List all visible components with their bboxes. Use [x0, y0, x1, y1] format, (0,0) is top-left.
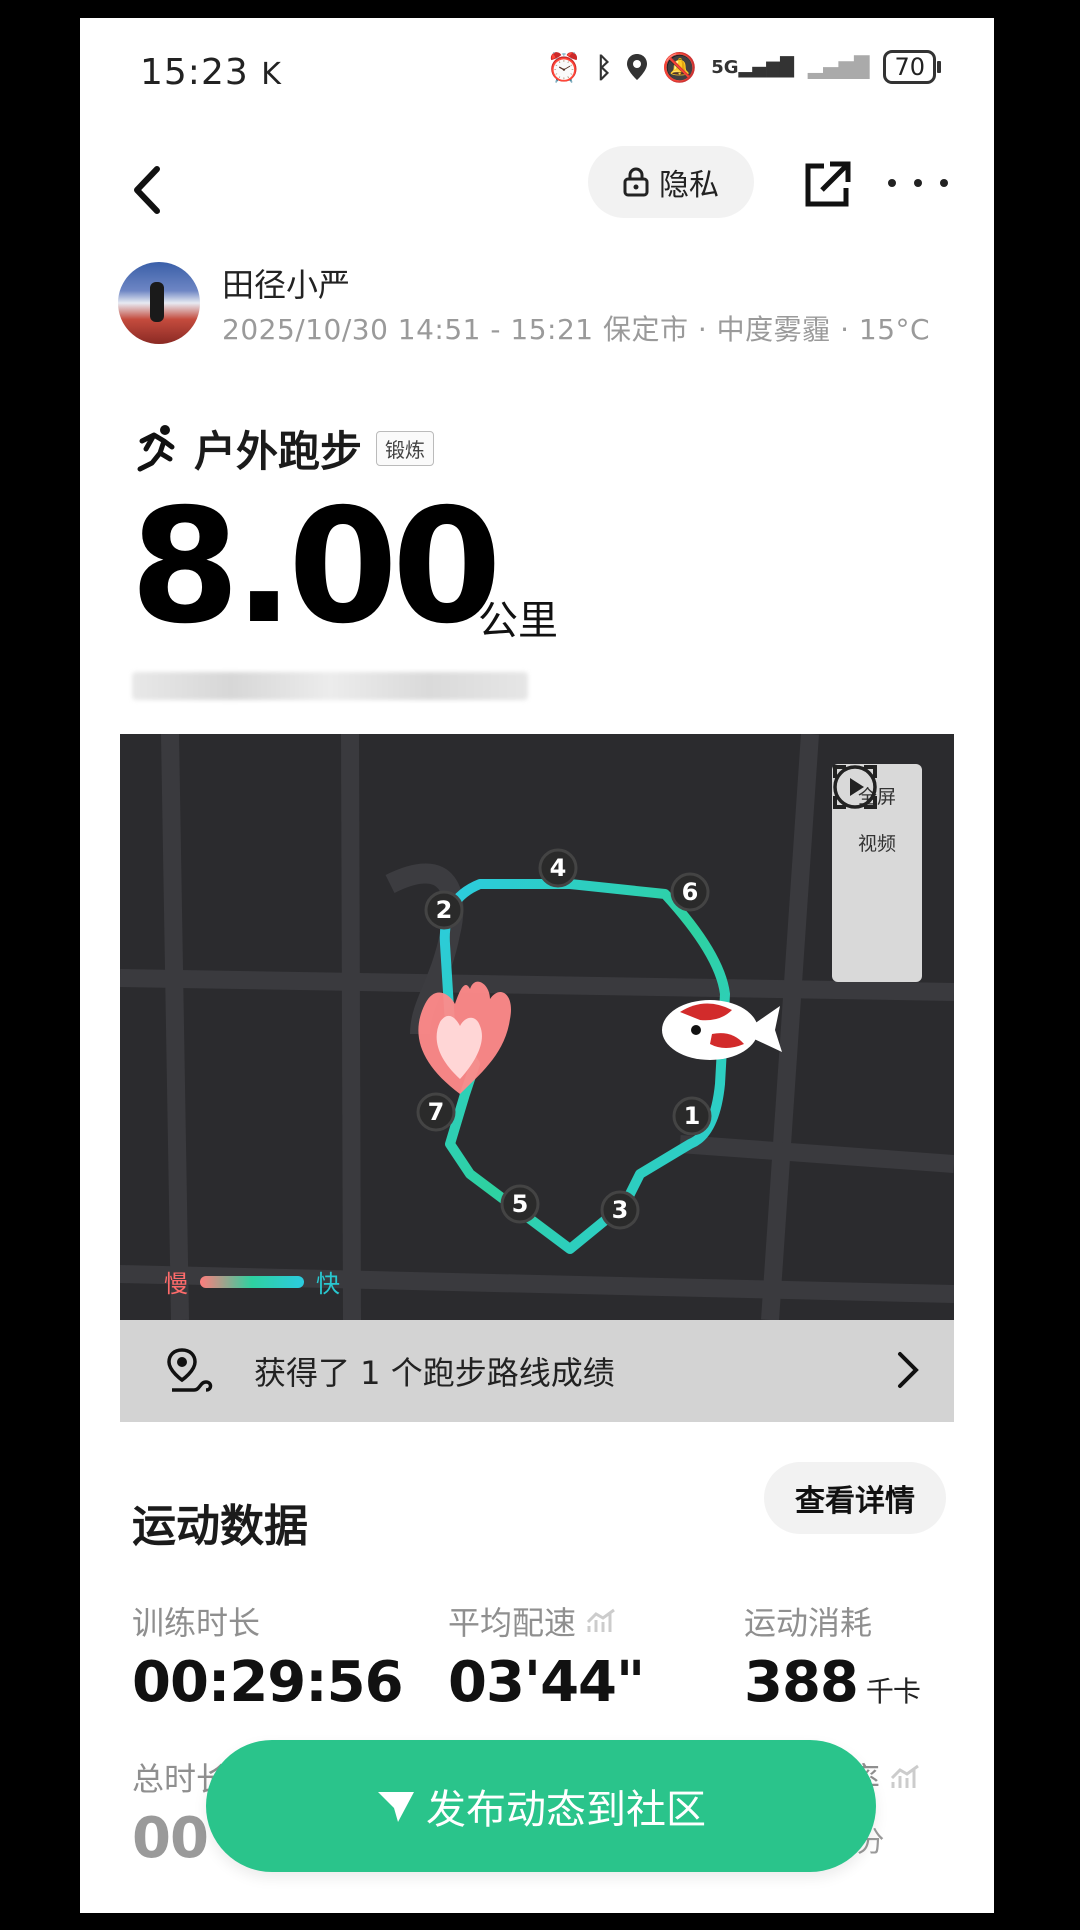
route-marker-2: 2 [424, 890, 464, 930]
stat-label: 平均配速 [448, 1598, 644, 1644]
battery-icon: 70 [883, 50, 941, 84]
dot-icon [940, 179, 948, 187]
distance-value: 8.00 [130, 475, 502, 659]
koi-fish-icon [662, 1000, 782, 1060]
dot-icon [888, 179, 896, 187]
mute-icon: 🔕 [662, 50, 698, 84]
status-icons: ⏰ ᛒ 🔕 5G▂▄▆█ ▂▄▆█ 70 [546, 50, 941, 84]
stat-value: 388 千卡 [744, 1650, 921, 1715]
route-pin-icon [167, 1348, 213, 1392]
trend-chart-icon [586, 1608, 615, 1632]
svg-text:4: 4 [550, 854, 567, 882]
route-map[interactable]: 1 2 3 4 5 6 7 全屏 视频 慢 快 [120, 734, 954, 1320]
route-marker-1: 1 [672, 1096, 712, 1136]
stat-value: 00:29:56 [132, 1650, 404, 1715]
legend-gradient-bar [200, 1275, 304, 1288]
stat-value: 03'44" [448, 1650, 645, 1715]
svg-text:1: 1 [684, 1102, 701, 1130]
location-icon [627, 54, 648, 80]
post-to-community-label: 发布动态到社区 [426, 1787, 706, 1833]
stat-label: 运动消耗 [744, 1604, 873, 1642]
trend-chart-icon [890, 1764, 919, 1788]
legend-fast-label: 快 [316, 1270, 340, 1298]
svg-text:7: 7 [428, 1098, 445, 1126]
sport-tag: 锻炼 [376, 431, 435, 466]
signal-icon: ▂▄▆█ [807, 55, 870, 79]
stat-calories: 运动消耗 388 千卡 [744, 1598, 921, 1715]
route-marker-7: 7 [416, 1092, 456, 1132]
avatar[interactable] [118, 262, 200, 344]
achievement-text: 获得了 1 个跑步路线成绩 [254, 1354, 615, 1392]
phone-screen: 15:23 K ⏰ ᛒ 🔕 5G▂▄▆█ ▂▄▆█ 70 隐私 田径小严 202… [80, 18, 994, 1913]
more-options-button[interactable] [888, 168, 948, 198]
send-icon [378, 1792, 414, 1822]
workout-meta: 2025/10/30 14:51 - 15:21 保定市 · 中度雾霾 · 15… [222, 313, 931, 346]
route-marker-5: 5 [500, 1184, 540, 1224]
legend-slow-label: 慢 [164, 1270, 188, 1298]
route-marker-3: 3 [600, 1190, 640, 1230]
status-time: 15:23 K [140, 52, 282, 93]
blurred-text [132, 672, 528, 700]
stat-label: 训练时长 [132, 1604, 261, 1642]
play-circle-icon [833, 765, 877, 809]
back-button[interactable] [122, 158, 170, 222]
running-icon [137, 424, 175, 471]
map-canvas: 1 2 3 4 5 6 7 [120, 734, 954, 1320]
stat-avg-pace: 平均配速 03'44" [448, 1598, 645, 1715]
section-title: 运动数据 [132, 1501, 308, 1552]
pace-legend: 慢 快 [164, 1264, 340, 1299]
lock-icon [623, 167, 649, 197]
view-details-button[interactable]: 查看详情 [764, 1462, 946, 1534]
map-streets [120, 734, 954, 1320]
route-marker-4: 4 [538, 848, 578, 888]
sport-title: 户外跑步 [194, 427, 363, 476]
share-external-icon [805, 161, 851, 207]
fire-heart-icon [418, 981, 511, 1094]
chevron-left-icon [134, 166, 160, 214]
privacy-button[interactable]: 隐私 [588, 146, 754, 218]
user-name: 田径小严 [222, 266, 351, 304]
svg-text:5: 5 [512, 1190, 529, 1218]
signal-5g-icon: 5G▂▄▆█ [711, 56, 794, 78]
share-button[interactable] [800, 156, 856, 212]
map-tools-panel: 全屏 视频 [832, 764, 922, 982]
route-achievement-row[interactable]: 获得了 1 个跑步路线成绩 [120, 1320, 954, 1422]
dot-icon [914, 179, 922, 187]
route-marker-6: 6 [670, 872, 710, 912]
post-to-community-button[interactable]: 发布动态到社区 [206, 1740, 876, 1872]
alarm-icon: ⏰ [546, 50, 582, 84]
bluetooth-icon: ᛒ [595, 50, 613, 84]
video-button[interactable]: 视频 [833, 765, 896, 868]
svg-text:3: 3 [612, 1196, 629, 1224]
chevron-right-icon [898, 1352, 919, 1388]
svg-text:6: 6 [682, 878, 699, 906]
distance-unit: 公里 [478, 598, 558, 644]
sport-type-row: 户外跑步 锻炼 [132, 418, 435, 479]
video-label: 视频 [857, 833, 896, 855]
stat-training-duration: 训练时长 00:29:56 [132, 1598, 404, 1715]
status-bar: 15:23 K ⏰ ᛒ 🔕 5G▂▄▆█ ▂▄▆█ 70 [80, 18, 994, 128]
svg-text:2: 2 [436, 896, 453, 924]
privacy-label: 隐私 [659, 168, 719, 203]
